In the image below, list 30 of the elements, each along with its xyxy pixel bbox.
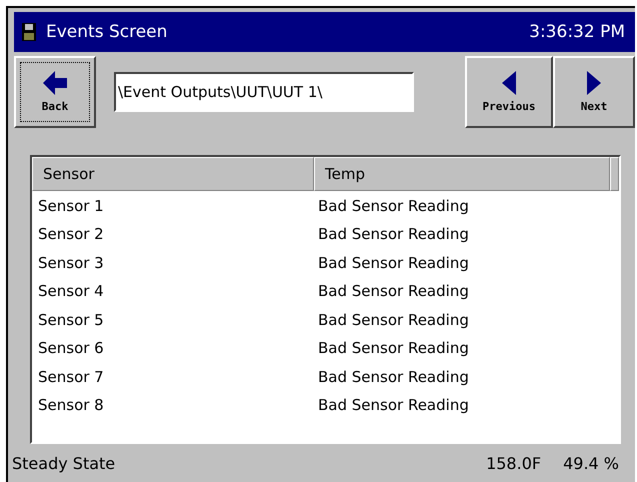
table-cell-text: Bad Sensor Reading <box>317 310 470 329</box>
left-arrow-icon <box>500 70 518 96</box>
table-cell-text: Bad Sensor Reading <box>317 396 470 414</box>
window-title: Events Screen <box>46 22 168 42</box>
table-cell-text: Sensor 8 <box>37 396 105 414</box>
table-cell-text: Sensor 5 <box>37 310 105 329</box>
table-cell-text: Sensor 1 <box>37 196 105 215</box>
table-cell-text: Sensor 7 <box>37 368 105 386</box>
table-cell-text: Sensor 6 <box>37 339 105 358</box>
right-arrow-icon <box>585 70 603 96</box>
table-cell-text: Bad Sensor Reading <box>317 254 470 272</box>
table-cell-text: Bad Sensor Reading <box>317 282 470 300</box>
table-cell-text: Bad Sensor Reading <box>317 339 470 358</box>
column-header[interactable]: Sensor <box>32 157 314 192</box>
status-state: Steady State <box>12 454 116 473</box>
path-field[interactable]: \Event Outputs\UUT\UUT 1\ <box>114 72 414 112</box>
table-cell-text: Sensor 4 <box>37 282 105 300</box>
previous-button[interactable]: Previous <box>465 56 553 128</box>
left-arrow-icon <box>41 70 69 96</box>
table-cell-text: Sensor 3 <box>37 254 105 272</box>
table-cell-text: Bad Sensor Reading <box>317 368 470 386</box>
back-button[interactable]: Back <box>14 56 96 128</box>
next-button[interactable]: Next <box>553 56 635 128</box>
temperature-reading: 158.0F <box>486 454 542 473</box>
table-cell-text: Bad Sensor Reading <box>317 196 470 215</box>
table-cell-text: Sensor 2 <box>37 225 105 244</box>
humidity-reading: 49.4 % <box>563 454 619 473</box>
table-cell-text: Bad Sensor Reading <box>317 225 470 244</box>
column-header[interactable]: Temp <box>314 157 610 192</box>
clock-time: 3:36:32 PM <box>529 22 625 42</box>
